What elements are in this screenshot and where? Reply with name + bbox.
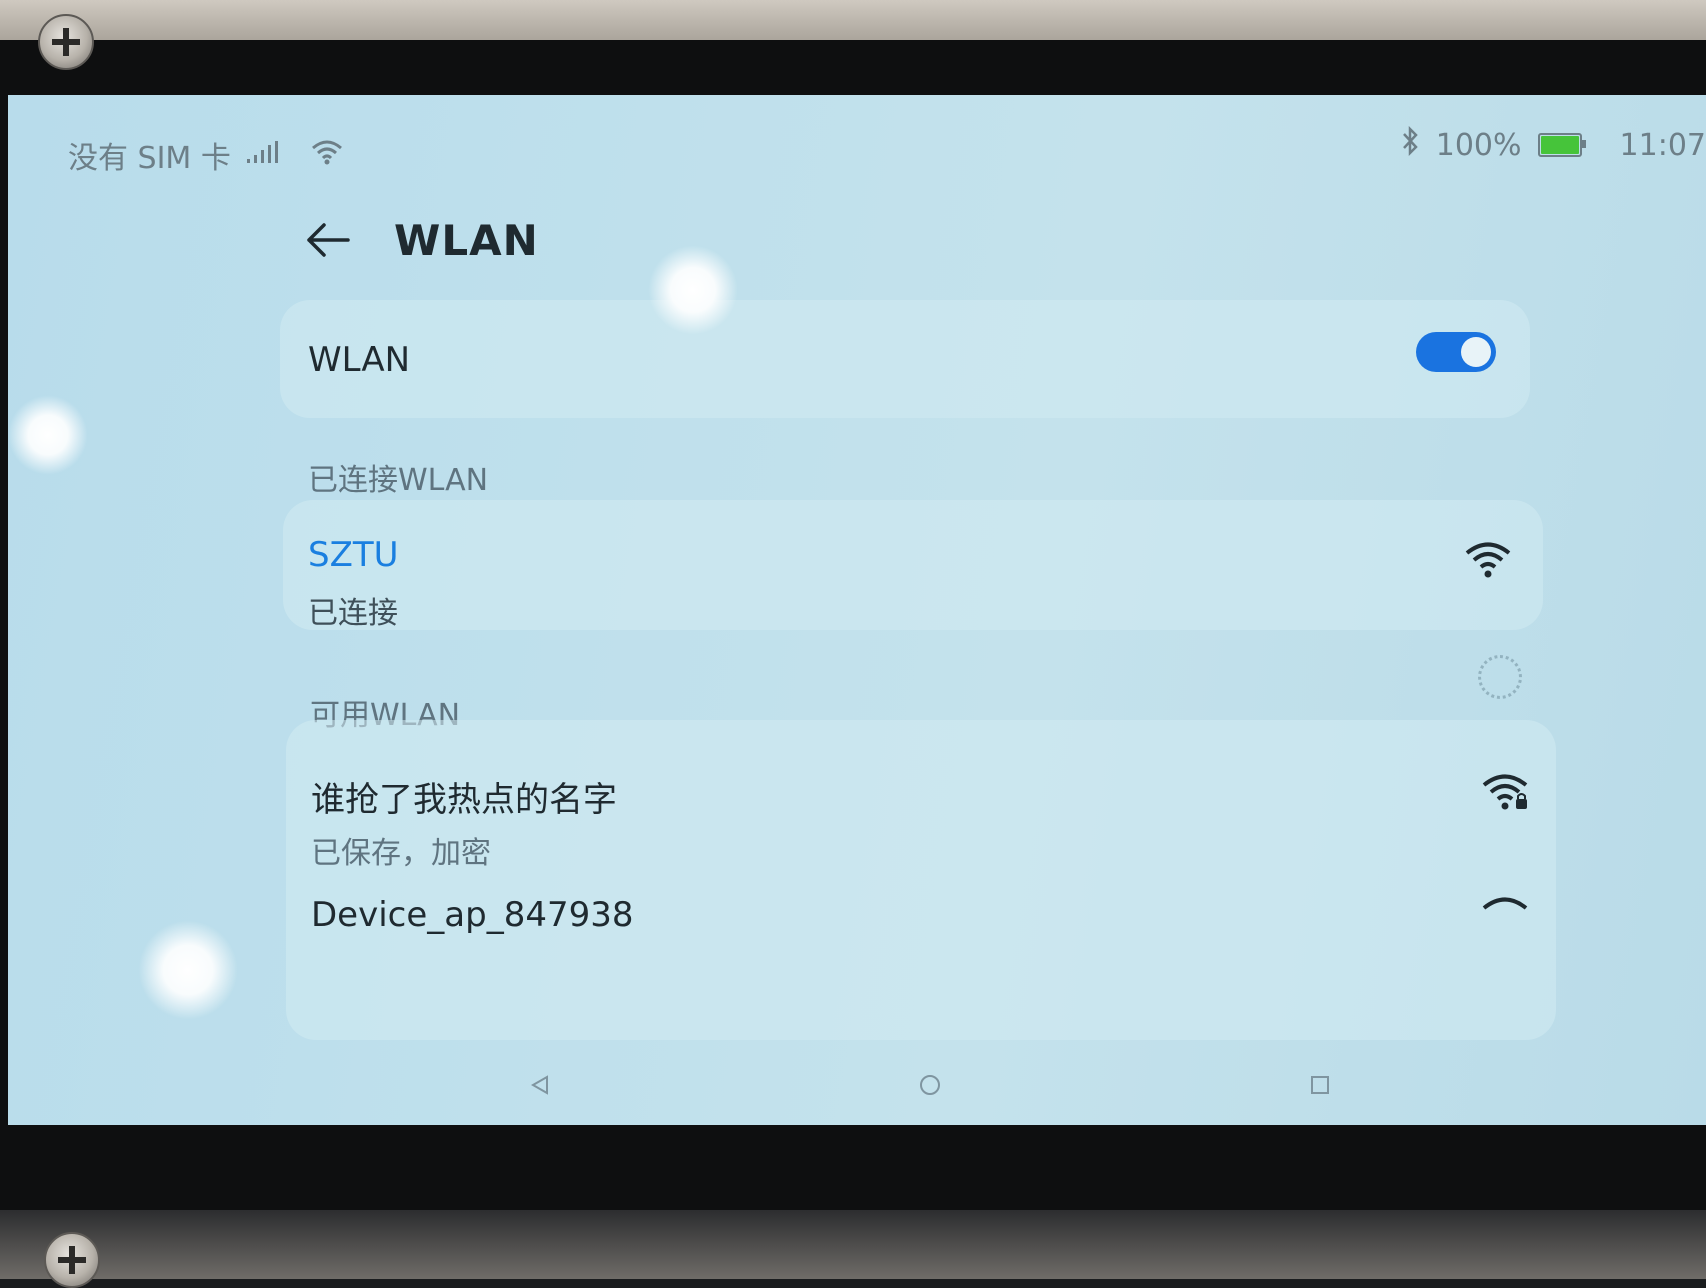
wifi-signal-icon <box>1465 542 1511 578</box>
scanning-spinner-icon <box>1478 655 1522 699</box>
device-screen: 没有 SIM 卡 100% 11:07 WLAN WLAN 已连接WLAN SZ… <box>8 95 1706 1125</box>
nav-recents-button[interactable] <box>1298 1063 1342 1107</box>
light-glare <box>138 920 238 1020</box>
nav-back-button[interactable] <box>518 1063 562 1107</box>
light-glare <box>8 395 88 475</box>
clock-time: 11:07 <box>1619 127 1706 163</box>
wlan-switch-knob <box>1461 337 1491 367</box>
nav-home-button[interactable] <box>908 1063 952 1107</box>
bluetooth-icon <box>1400 125 1420 164</box>
connected-network-row[interactable]: SZTU 已连接 <box>283 500 1543 631</box>
back-triangle-icon <box>530 1075 548 1095</box>
back-arrow-icon <box>307 223 350 257</box>
connected-section-label: 已连接WLAN <box>308 463 489 498</box>
sim-status-text: 没有 SIM 卡 <box>68 141 231 176</box>
page-title: WLAN <box>394 215 539 265</box>
network-name: Device_ap_847938 <box>311 895 634 935</box>
screw-top-left <box>38 14 94 70</box>
signal-icon <box>245 138 279 173</box>
network-status: 已保存，加密 <box>311 836 491 871</box>
battery-icon <box>1537 133 1586 157</box>
list-item[interactable]: Device_ap_847938 <box>286 870 1556 1040</box>
status-bar-left: 没有 SIM 卡 <box>68 135 343 176</box>
wifi-signal-icon <box>1482 897 1528 910</box>
status-bar-right: 100% 11:07 <box>1400 125 1706 165</box>
wlan-switch[interactable] <box>1416 332 1496 372</box>
screw-bottom-left <box>44 1232 100 1288</box>
photo-bottom-surround <box>0 1210 1706 1279</box>
available-networks-list: 谁抢了我热点的名字 已保存，加密 Device_ap_847938 <box>286 720 1556 1040</box>
wifi-status-icon <box>311 138 343 173</box>
wlan-toggle-row[interactable]: WLAN <box>280 300 1530 418</box>
home-circle-icon <box>920 1075 940 1095</box>
connected-network-name: SZTU <box>308 535 399 575</box>
system-nav-bar <box>8 1055 1706 1115</box>
page-header: WLAN <box>298 210 539 270</box>
recents-square-icon <box>1311 1076 1329 1094</box>
battery-level-fill <box>1540 136 1579 154</box>
wifi-lock-icon <box>1482 774 1528 810</box>
battery-percent: 100% <box>1435 127 1522 163</box>
connected-network-status: 已连接 <box>308 596 398 631</box>
back-button[interactable] <box>298 210 358 270</box>
list-item[interactable]: 谁抢了我热点的名字 已保存，加密 <box>286 720 1556 871</box>
wlan-toggle-label: WLAN <box>308 340 411 380</box>
network-name: 谁抢了我热点的名字 <box>311 780 617 820</box>
